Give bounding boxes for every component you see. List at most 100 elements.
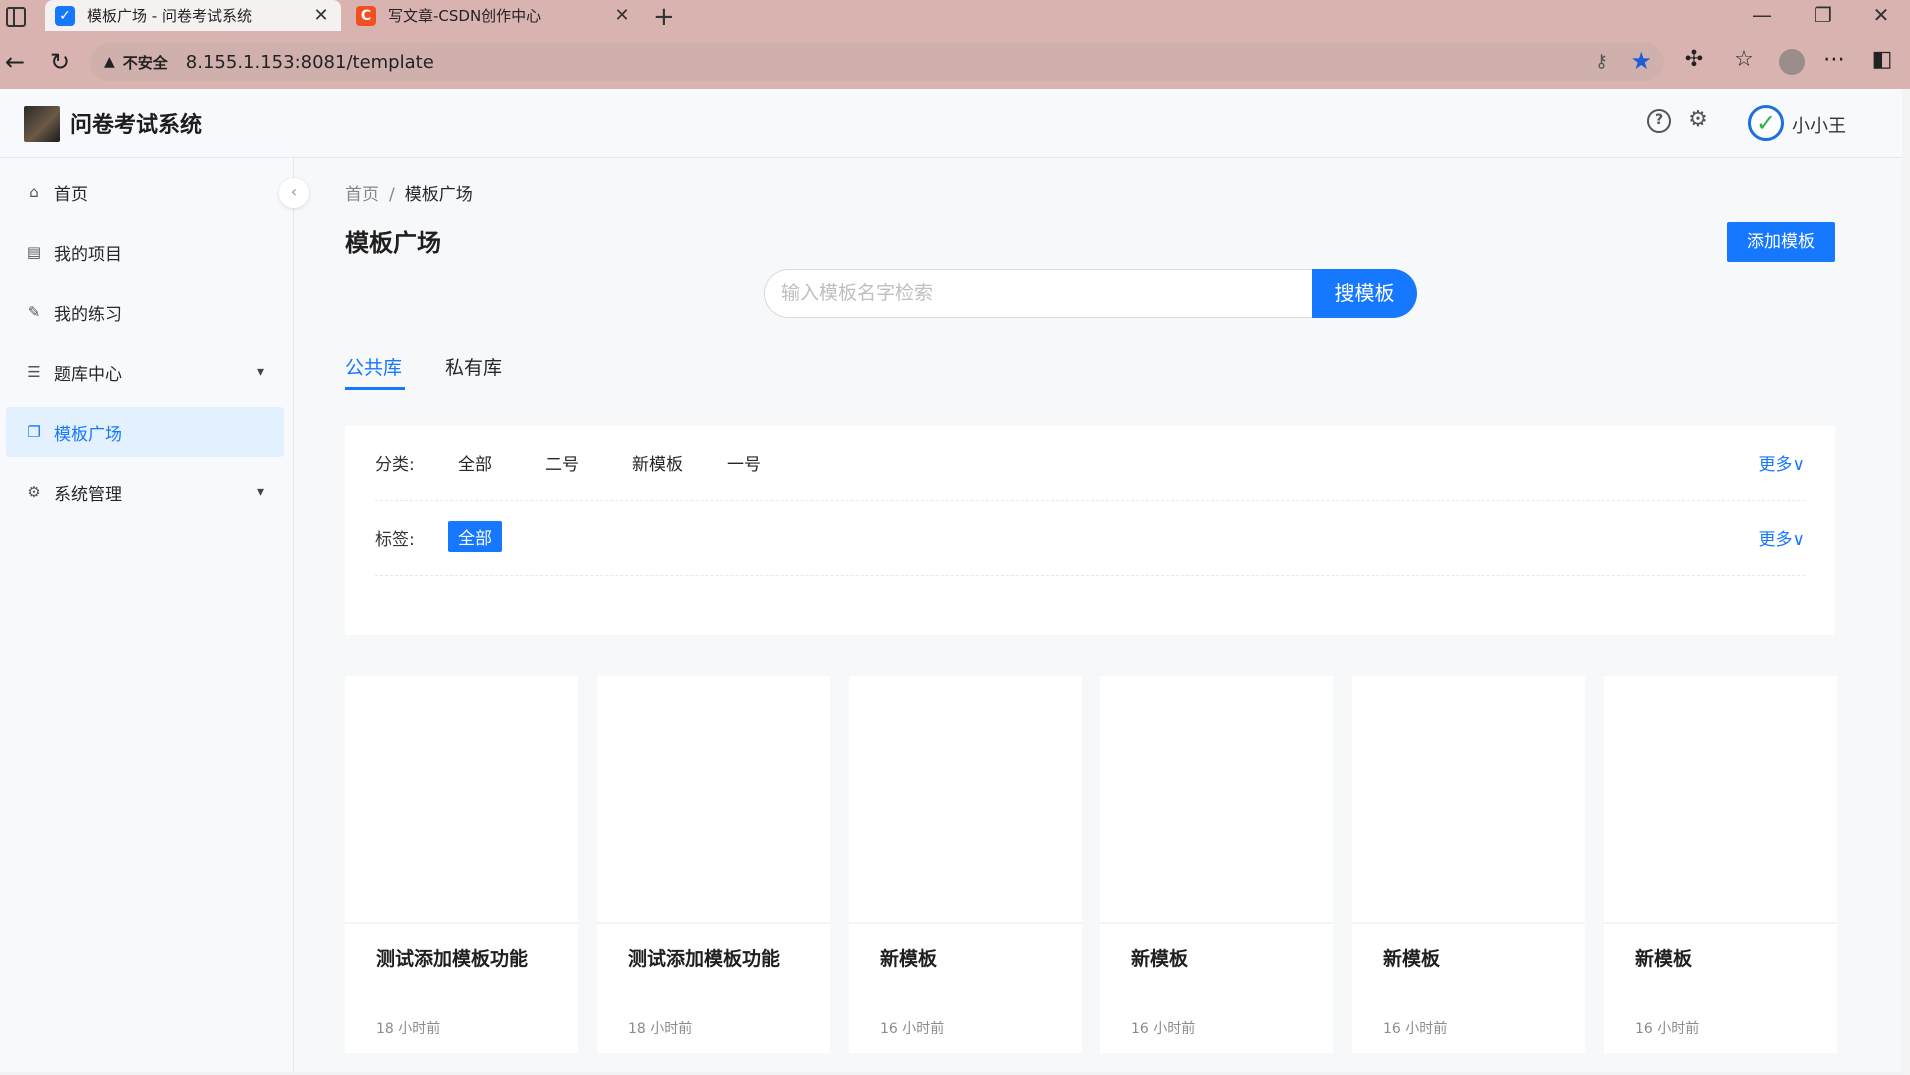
template-card-name: 新模板 — [1635, 948, 1693, 970]
active-tab-indicator — [345, 387, 405, 390]
favorites-icon[interactable]: ☆ — [1728, 47, 1760, 72]
sidebar-item-practice[interactable]: ✎ 我的练习 — [6, 287, 284, 337]
category-option[interactable]: 全部 — [458, 450, 492, 475]
page-scrollbar[interactable] — [1902, 89, 1910, 1075]
sidebar-item-label: 模板广场 — [54, 424, 122, 445]
category-label: 分类: — [375, 455, 415, 475]
tab-private[interactable]: 私有库 — [445, 353, 502, 380]
chevron-down-icon: ∨ — [1792, 455, 1805, 475]
sidebar-item-label: 我的练习 — [54, 304, 122, 325]
tag-option-selected[interactable]: 全部 — [448, 521, 502, 552]
template-card-time: 18 小时前 — [628, 1021, 693, 1037]
browser-tab-inactive[interactable]: C 写文章-CSDN创作中心 ✕ — [346, 0, 642, 31]
chevron-down-icon: ▾ — [256, 484, 264, 500]
app-header: 问卷考试系统 ? ⚙ ✓ 小小王 — [0, 89, 1902, 158]
sidebar: ⌂ 首页 ▤ 我的项目 ✎ 我的练习 ☰ 题库中心 ▾ ❐ 模板广场 ⚙ 系统管… — [0, 158, 294, 1072]
csdn-favicon-icon: C — [356, 5, 376, 26]
template-card-preview[interactable] — [597, 676, 830, 924]
breadcrumb-separator: / — [389, 185, 395, 205]
app: 问卷考试系统 ? ⚙ ✓ 小小王 ⌂ 首页 ▤ 我的项目 ✎ 我的练习 ☰ 题库… — [0, 89, 1902, 1072]
template-card-name: 测试添加模板功能 — [376, 948, 529, 970]
tab-public[interactable]: 公共库 — [345, 353, 402, 380]
sidebar-item-system[interactable]: ⚙ 系统管理 ▾ — [6, 467, 284, 517]
template-card-preview[interactable] — [345, 676, 578, 924]
template-card[interactable]: 测试添加模板功能 18 小时前 — [345, 676, 578, 1053]
template-card-preview[interactable] — [1352, 676, 1585, 924]
favorite-star-icon[interactable]: ★ — [1630, 47, 1652, 75]
template-card-preview[interactable] — [1100, 676, 1333, 924]
category-option[interactable]: 二号 — [545, 450, 579, 475]
template-card[interactable]: 测试添加模板功能 18 小时前 — [597, 676, 830, 1053]
template-card[interactable]: 新模板 16 小时前 — [1100, 676, 1333, 1053]
gear-icon[interactable]: ⚙ — [1686, 109, 1710, 133]
close-window-icon[interactable]: ✕ — [1866, 3, 1896, 27]
app-logo[interactable] — [24, 106, 60, 142]
restore-icon[interactable]: ❐ — [1808, 3, 1838, 27]
help-icon[interactable]: ? — [1647, 109, 1671, 133]
template-card-time: 16 小时前 — [1635, 1021, 1700, 1037]
sidebar-item-question-bank[interactable]: ☰ 题库中心 ▾ — [6, 347, 284, 397]
home-icon: ⌂ — [29, 183, 39, 201]
chevron-down-icon: ▾ — [256, 364, 264, 380]
browser-address-bar: ← ↻ ▲ 不安全 8.155.1.153:8081/template ⚷ ★ … — [0, 37, 1910, 89]
sidebar-item-label: 题库中心 — [54, 364, 122, 385]
breadcrumb-home[interactable]: 首页 — [345, 185, 379, 205]
template-card-name: 新模板 — [1131, 948, 1189, 970]
sidebar-item-label: 首页 — [54, 184, 88, 205]
tag-filter-row: 标签: 全部 更多∨ — [375, 501, 1805, 576]
template-icon: ❐ — [27, 423, 41, 441]
template-card[interactable]: 新模板 16 小时前 — [1604, 676, 1837, 1053]
tag-more-link[interactable]: 更多∨ — [1759, 525, 1805, 550]
filter-panel: 分类: 全部 二号 新模板 一号 更多∨ 标签: 全部 更多∨ — [345, 426, 1835, 635]
add-template-button[interactable]: 添加模板 — [1727, 222, 1835, 262]
search-input[interactable]: 输入模板名字检索 — [764, 269, 1324, 318]
template-card-preview[interactable] — [1604, 676, 1837, 924]
tab-title: 写文章-CSDN创作中心 — [388, 7, 542, 25]
chevron-down-icon: ∨ — [1792, 530, 1805, 550]
profile-icon[interactable] — [1779, 49, 1805, 75]
browser-tab-active[interactable]: ✓ 模板广场 - 问卷考试系统 ✕ — [45, 0, 341, 31]
template-card-time: 16 小时前 — [880, 1021, 945, 1037]
minimize-icon[interactable]: — — [1747, 3, 1777, 27]
url-text[interactable]: 8.155.1.153:8081/template — [186, 52, 434, 73]
template-card[interactable]: 新模板 16 小时前 — [849, 676, 1082, 1053]
template-card-name: 新模板 — [1383, 948, 1441, 970]
template-card-name: 测试添加模板功能 — [628, 948, 781, 970]
omnibox[interactable]: ▲ 不安全 8.155.1.153:8081/template ⚷ ★ — [90, 43, 1664, 81]
more-icon[interactable]: ⋯ — [1818, 47, 1850, 72]
template-card-preview[interactable] — [849, 676, 1082, 924]
category-option[interactable]: 一号 — [727, 450, 761, 475]
new-tab-button[interactable]: + — [653, 2, 675, 32]
sidebar-item-home[interactable]: ⌂ 首页 — [6, 167, 284, 217]
search-bar: 输入模板名字检索 搜模板 — [764, 269, 1417, 318]
template-card-time: 18 小时前 — [376, 1021, 441, 1037]
more-label: 更多 — [1758, 530, 1793, 550]
category-option[interactable]: 新模板 — [632, 450, 683, 475]
sidebar-item-label: 我的项目 — [54, 244, 122, 265]
template-card-time: 16 小时前 — [1383, 1021, 1448, 1037]
sidebar-item-template-square[interactable]: ❐ 模板广场 — [6, 407, 284, 457]
more-label: 更多 — [1758, 455, 1793, 475]
avatar[interactable]: ✓ — [1748, 105, 1784, 141]
question-bank-icon: ☰ — [27, 363, 41, 381]
template-card-time: 16 小时前 — [1131, 1021, 1196, 1037]
key-icon[interactable]: ⚷ — [1595, 51, 1608, 72]
close-tab-icon[interactable]: ✕ — [610, 5, 634, 26]
username[interactable]: 小小王 — [1792, 112, 1846, 138]
close-tab-icon[interactable]: ✕ — [309, 5, 333, 26]
template-card[interactable]: 新模板 16 小时前 — [1352, 676, 1585, 1053]
sidebar-item-projects[interactable]: ▤ 我的项目 — [6, 227, 284, 277]
app-name: 问卷考试系统 — [70, 113, 203, 138]
reload-icon[interactable]: ↻ — [45, 48, 75, 76]
category-more-link[interactable]: 更多∨ — [1759, 450, 1805, 475]
tag-label: 标签: — [375, 530, 415, 550]
edit-icon: ✎ — [27, 303, 41, 321]
project-icon: ▤ — [26, 243, 42, 261]
back-icon[interactable]: ← — [0, 48, 30, 76]
tab-actions-icon[interactable] — [6, 7, 26, 27]
insecure-label[interactable]: 不安全 — [123, 52, 168, 73]
extensions-icon[interactable]: ✣ — [1678, 47, 1710, 72]
sidebar-toggle-icon[interactable]: ◧ — [1866, 47, 1898, 72]
breadcrumb: 首页 / 模板广场 — [345, 180, 473, 205]
search-button[interactable]: 搜模板 — [1312, 269, 1417, 318]
